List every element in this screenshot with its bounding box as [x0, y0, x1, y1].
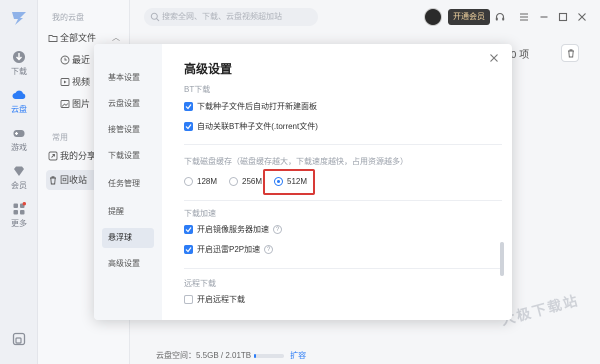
settings-nav-float-ball[interactable]: 悬浮球 — [102, 228, 154, 248]
radio-off[interactable] — [229, 177, 238, 186]
checkbox-remote-download[interactable]: 开启远程下载 — [184, 294, 245, 306]
checkbox-checked[interactable] — [184, 122, 193, 131]
close-window-icon[interactable] — [576, 11, 588, 23]
menu-icon[interactable] — [518, 11, 530, 23]
thunder-logo-icon — [12, 12, 26, 25]
checkbox-remote-download-label: 开启远程下载 — [197, 295, 245, 304]
group-bt-download: BT下载 — [184, 85, 211, 94]
folder-icon — [48, 35, 58, 42]
search-icon — [150, 12, 160, 22]
feedback-icon[interactable] — [12, 332, 26, 346]
tree-label-image: 图片 — [72, 99, 91, 109]
gamepad-icon — [13, 130, 25, 137]
maximize-icon[interactable] — [557, 11, 569, 23]
tree-label-my-share: 我的分享 — [60, 151, 97, 161]
vip-icon — [14, 166, 24, 176]
divider — [184, 268, 502, 269]
help-icon[interactable]: ? — [273, 225, 282, 235]
settings-nav-tasks[interactable]: 任务管理 — [102, 174, 154, 194]
rail-item-cloud[interactable]: 云盘 — [0, 88, 38, 115]
video-icon — [60, 78, 70, 86]
storage-label: 云盘空间： — [156, 351, 196, 360]
rail-label-more: 更多 — [11, 219, 27, 228]
radio-cache-128m-label: 128M — [197, 177, 218, 186]
annotation-highlight-box — [263, 169, 315, 195]
minimize-icon[interactable] — [538, 11, 550, 23]
help-icon[interactable]: ? — [264, 245, 274, 255]
share-icon — [48, 151, 58, 161]
rail-label-cloud: 云盘 — [11, 105, 27, 114]
section-common: 常用 — [52, 133, 68, 142]
rail-item-more[interactable]: 更多 — [0, 202, 38, 229]
search-placeholder: 搜索全网、下载、云盘视频超加站 — [162, 12, 282, 21]
tree-label-recycle-bin: 回收站 — [60, 175, 88, 185]
rail-item-game[interactable]: 游戏 — [0, 126, 38, 153]
left-rail: 下载 云盘 游戏 会员 更多 — [0, 0, 38, 364]
checkbox-unchecked[interactable] — [184, 295, 193, 304]
settings-nav-takeover[interactable]: 接管设置 — [102, 120, 154, 140]
settings-nav-basic[interactable]: 基本设置 — [102, 68, 154, 88]
search-input[interactable]: 搜索全网、下载、云盘视频超加站 — [144, 8, 318, 26]
settings-nav: 基本设置 云盘设置 接管设置 下载设置 任务管理 提醒 悬浮球 高级设置 — [94, 44, 162, 320]
settings-nav-cloud[interactable]: 云盘设置 — [102, 94, 154, 114]
download-icon — [13, 51, 25, 63]
storage-bar — [254, 353, 285, 358]
settings-nav-advanced[interactable]: 高级设置 — [102, 254, 154, 274]
headset-icon[interactable] — [494, 11, 506, 23]
rail-label-game: 游戏 — [11, 143, 27, 152]
section-my-cloud: 我的云盘 — [52, 13, 84, 22]
open-vip-button[interactable]: 开通会员 — [448, 9, 490, 25]
radio-cache-128m[interactable]: 128M — [184, 176, 217, 188]
checkbox-p2p-accel[interactable]: 开启迅雷P2P加速? — [184, 244, 274, 256]
group-remote-download: 远程下载 — [184, 279, 216, 288]
checkbox-bt-auto-open-label: 下载种子文件后自动打开新建面板 — [197, 102, 317, 111]
trash-icon — [568, 49, 574, 58]
checkbox-mirror-accel-label: 开启镜像服务器加速 — [197, 225, 269, 234]
settings-nav-download[interactable]: 下载设置 — [102, 146, 154, 166]
checkbox-bt-auto-open[interactable]: 下载种子文件后自动打开新建面板 — [184, 101, 317, 113]
radio-cache-256m[interactable]: 256M — [229, 176, 262, 188]
rail-item-download[interactable]: 下载 — [0, 50, 38, 77]
radio-off[interactable] — [184, 177, 193, 186]
storage-value: 5.5GB / 2.01TB — [196, 351, 252, 360]
checkbox-checked[interactable] — [184, 102, 193, 111]
checkbox-p2p-accel-label: 开启迅雷P2P加速 — [197, 245, 261, 254]
avatar[interactable] — [424, 8, 442, 26]
tree-label-video: 视频 — [72, 77, 91, 87]
checkbox-mirror-accel[interactable]: 开启镜像服务器加速? — [184, 224, 282, 236]
checkbox-checked[interactable] — [184, 245, 193, 254]
group-disk-cache: 下载磁盘缓存（磁盘缓存越大，下载速度越快，占用资源越多） — [184, 157, 408, 166]
divider — [184, 200, 502, 201]
checkbox-bt-associate[interactable]: 自动关联BT种子文件(.torrent文件) — [184, 121, 318, 133]
storage-bar-fill — [254, 353, 257, 358]
settings-nav-reminder[interactable]: 提醒 — [102, 202, 154, 222]
tree-label-all-files: 全部文件 — [60, 33, 97, 43]
checkbox-checked[interactable] — [184, 225, 193, 234]
checkbox-bt-associate-label: 自动关联BT种子文件(.torrent文件) — [197, 122, 318, 131]
expand-storage-link[interactable]: 扩容 — [290, 351, 306, 360]
radio-cache-256m-label: 256M — [242, 177, 263, 186]
trash-icon — [50, 176, 56, 185]
cloud-icon — [12, 90, 26, 99]
scrollbar-thumb[interactable] — [500, 242, 504, 276]
close-icon[interactable] — [488, 52, 500, 64]
grid-icon — [13, 202, 26, 215]
settings-dialog: 基本设置 云盘设置 接管设置 下载设置 任务管理 提醒 悬浮球 高级设置 高级设… — [94, 44, 512, 320]
rail-label-vip: 会员 — [11, 181, 27, 190]
empty-trash-button[interactable] — [561, 44, 579, 62]
dialog-title: 高级设置 — [184, 62, 233, 76]
rail-label-download: 下载 — [11, 67, 27, 76]
group-download-accel: 下载加速 — [184, 209, 216, 218]
clock-icon — [60, 55, 70, 65]
rail-item-vip[interactable]: 会员 — [0, 164, 38, 191]
divider — [184, 144, 502, 145]
storage-info: 云盘空间：5.5GB / 2.01TB 扩容 — [156, 350, 306, 361]
tree-label-recent: 最近 — [72, 55, 91, 65]
image-icon — [60, 100, 70, 108]
